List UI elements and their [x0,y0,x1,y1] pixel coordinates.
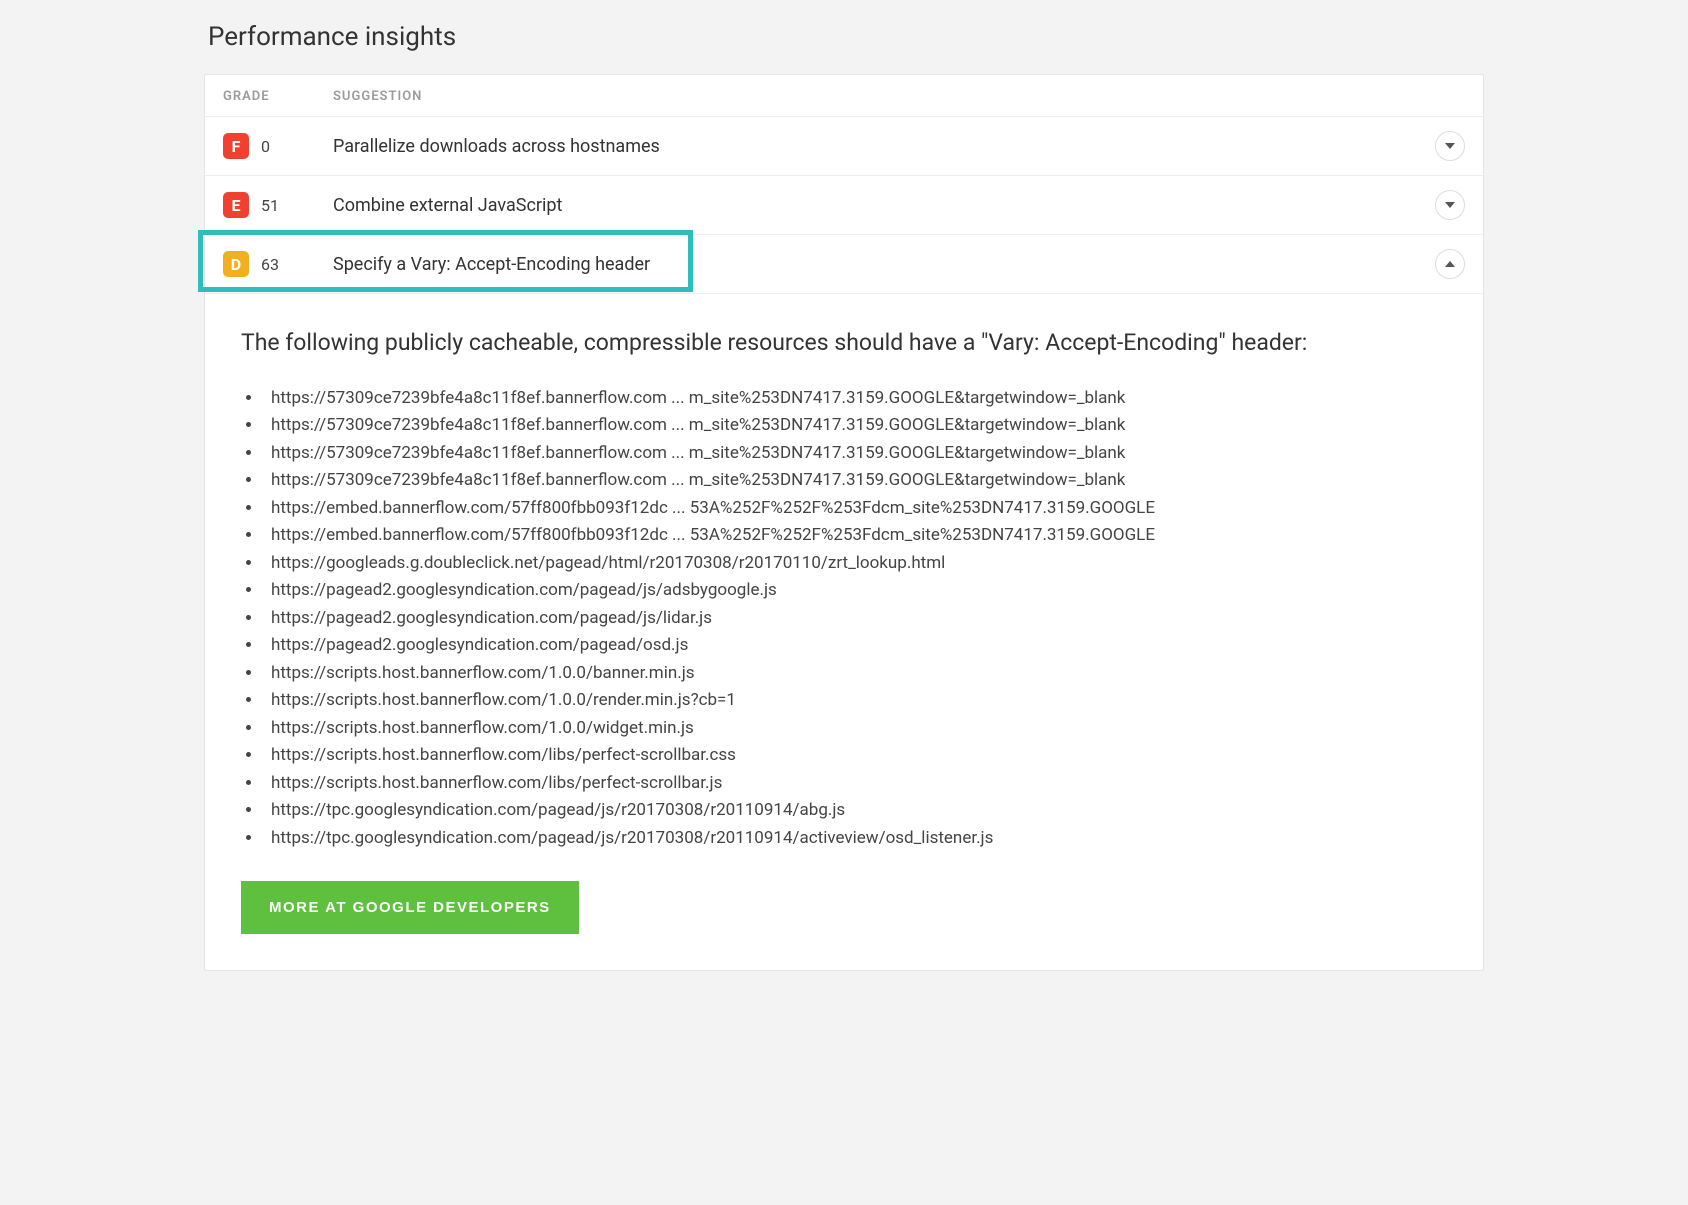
grade-score: 51 [261,196,283,215]
resource-url: https://scripts.host.bannerflow.com/1.0.… [263,715,1447,743]
resource-url: https://pagead2.googlesyndication.com/pa… [263,577,1447,605]
collapse-toggle[interactable] [1435,249,1465,279]
chevron-down-icon [1445,143,1455,149]
col-header-grade: GRADE [223,89,333,104]
resource-url: https://scripts.host.bannerflow.com/1.0.… [263,687,1447,715]
grade-score: 0 [261,137,283,156]
resource-url: https://57309ce7239bfe4a8c11f8ef.bannerf… [263,467,1447,495]
chevron-down-icon [1445,202,1455,208]
suggestion-text: Specify a Vary: Accept-Encoding header [333,254,1435,275]
resource-url: https://57309ce7239bfe4a8c11f8ef.bannerf… [263,412,1447,440]
resource-url: https://scripts.host.bannerflow.com/1.0.… [263,660,1447,688]
detail-description: The following publicly cacheable, compre… [241,326,1447,361]
chevron-up-icon [1445,261,1455,267]
insight-row[interactable]: D 63 Specify a Vary: Accept-Encoding hea… [205,234,1483,294]
expand-toggle[interactable] [1435,190,1465,220]
resource-url: https://tpc.googlesyndication.com/pagead… [263,825,1447,853]
resource-url: https://embed.bannerflow.com/57ff800fbb0… [263,495,1447,523]
table-header: GRADE SUGGESTION [205,75,1483,116]
resource-url: https://57309ce7239bfe4a8c11f8ef.bannerf… [263,440,1447,468]
resource-url: https://scripts.host.bannerflow.com/libs… [263,770,1447,798]
insight-row[interactable]: E 51 Combine external JavaScript [205,175,1483,234]
expand-toggle[interactable] [1435,131,1465,161]
grade-badge: E [223,192,249,218]
insights-panel: GRADE SUGGESTION F 0 Parallelize downloa… [204,74,1484,971]
resource-list: https://57309ce7239bfe4a8c11f8ef.bannerf… [241,385,1447,853]
insight-detail: The following publicly cacheable, compre… [205,294,1483,970]
resource-url: https://pagead2.googlesyndication.com/pa… [263,605,1447,633]
resource-url: https://googleads.g.doubleclick.net/page… [263,550,1447,578]
resource-url: https://embed.bannerflow.com/57ff800fbb0… [263,522,1447,550]
resource-url: https://pagead2.googlesyndication.com/pa… [263,632,1447,660]
resource-url: https://scripts.host.bannerflow.com/libs… [263,742,1447,770]
col-header-suggestion: SUGGESTION [333,89,1465,104]
resource-url: https://tpc.googlesyndication.com/pagead… [263,797,1447,825]
suggestion-text: Combine external JavaScript [333,195,1435,216]
grade-score: 63 [261,255,283,274]
more-at-google-button[interactable]: MORE AT GOOGLE DEVELOPERS [241,881,579,934]
suggestion-text: Parallelize downloads across hostnames [333,136,1435,157]
grade-badge: D [223,251,249,277]
insight-row[interactable]: F 0 Parallelize downloads across hostnam… [205,116,1483,175]
grade-badge: F [223,133,249,159]
resource-url: https://57309ce7239bfe4a8c11f8ef.bannerf… [263,385,1447,413]
page-title: Performance insights [208,22,1484,52]
